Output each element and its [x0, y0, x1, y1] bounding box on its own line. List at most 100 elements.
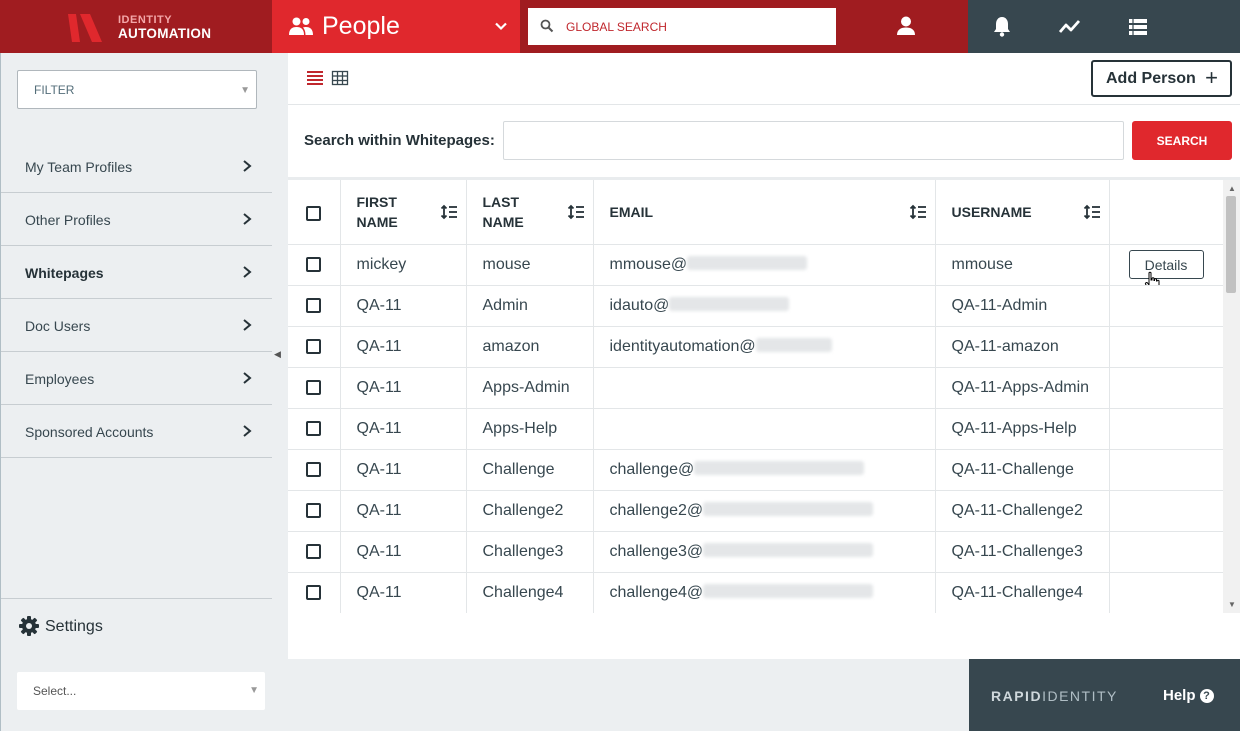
whitepages-search-input[interactable]	[503, 121, 1124, 160]
column-label: FIRST NAME	[356, 193, 398, 230]
cell-email: idauto@	[593, 285, 936, 327]
table-row[interactable]: QA-11 amazon identityautomation@ QA-11-amaz…	[288, 326, 1223, 368]
row-select-cell	[288, 285, 341, 327]
cell-last-name: Challenge	[466, 449, 594, 491]
column-actions	[1109, 180, 1223, 245]
search-icon	[540, 19, 554, 33]
filter-label: FILTER	[34, 83, 75, 97]
sidebar-item-my-team-profiles[interactable]: My Team Profiles	[1, 140, 273, 193]
sort-icon[interactable]	[1083, 204, 1101, 220]
add-person-label: Add Person	[1106, 69, 1196, 87]
email-text: mmouse@	[609, 255, 688, 273]
list-icon[interactable]	[1125, 14, 1151, 40]
sidebar-item-employees[interactable]: Employees	[1, 352, 273, 405]
help-icon: ?	[1199, 689, 1214, 703]
sidebar-item-doc-users[interactable]: Doc Users	[1, 299, 273, 352]
sort-icon[interactable]	[440, 204, 458, 220]
sidebar-item-sponsored-accounts[interactable]: Sponsored Accounts	[1, 405, 273, 458]
table-header-row: FIRST NAME LAST NAME EMAIL USERNAME	[288, 180, 1223, 245]
row-checkbox[interactable]	[306, 338, 321, 354]
sidebar: FILTER ▼ My Team Profiles Other Profiles…	[0, 53, 273, 659]
table-row[interactable]: QA-11 Challenge2 challenge2@ QA-11-Challeng…	[288, 490, 1223, 532]
table-row[interactable]: mickey mouse mmouse@ mmouse Details	[288, 244, 1223, 286]
chevron-right-icon	[243, 160, 252, 172]
row-checkbox[interactable]	[306, 256, 321, 272]
user-icon[interactable]	[890, 14, 922, 40]
table-body: mickey mouse mmouse@ mmouse Details QA-11 Admi…	[288, 244, 1223, 613]
table-row[interactable]: QA-11 Admin idauto@ QA-11-Admin	[288, 285, 1223, 327]
plus-icon: +	[1205, 65, 1218, 90]
column-label: USERNAME	[951, 203, 1032, 220]
module-selector[interactable]: People	[272, 0, 520, 53]
help-link[interactable]: Help?	[1163, 687, 1214, 704]
sidebar-item-other-profiles[interactable]: Other Profiles	[1, 193, 273, 246]
sidebar-collapse-toggle[interactable]: ◀	[272, 53, 288, 659]
email-text: challenge3@	[609, 542, 704, 560]
sidebar-item-label: Sponsored Accounts	[25, 424, 154, 440]
cell-username: QA-11-Apps-Help	[935, 408, 1110, 450]
sort-icon[interactable]	[909, 204, 927, 220]
sort-icon[interactable]	[567, 204, 585, 220]
column-first-name[interactable]: FIRST NAME	[340, 180, 467, 245]
row-checkbox[interactable]	[306, 379, 321, 395]
row-checkbox[interactable]	[306, 461, 321, 477]
footer: Select... ▼ RAPIDIDENTITY Help?	[0, 659, 1240, 731]
row-select-cell	[288, 572, 341, 613]
footer-select[interactable]: Select... ▼	[17, 672, 265, 710]
row-checkbox[interactable]	[306, 543, 321, 559]
table-row[interactable]: QA-11 Challenge challenge@ QA-11-Challenge	[288, 449, 1223, 491]
people-icon	[289, 17, 313, 35]
bell-icon[interactable]	[989, 14, 1015, 40]
filter-dropdown[interactable]: FILTER ▼	[17, 70, 257, 109]
dropdown-arrow-icon: ▼	[240, 85, 250, 96]
select-all-checkbox[interactable]	[306, 205, 321, 221]
sidebar-item-whitepages[interactable]: Whitepages	[1, 246, 273, 299]
row-checkbox[interactable]	[306, 502, 321, 518]
details-button[interactable]: Details	[1128, 250, 1204, 279]
column-label: EMAIL	[609, 203, 654, 220]
cell-first-name: QA-11	[340, 490, 467, 532]
table-row[interactable]: QA-11 Challenge4 challenge4@ QA-11-Challeng…	[288, 572, 1223, 613]
top-right-toolbar	[968, 0, 1240, 53]
add-person-button[interactable]: Add Person +	[1091, 60, 1232, 97]
table-row[interactable]: QA-11 Challenge3 challenge3@ QA-11-Challeng…	[288, 531, 1223, 573]
logo[interactable]: IDENTITY AUTOMATION	[0, 0, 272, 53]
sidebar-item-label: Doc Users	[25, 318, 91, 334]
scroll-down-icon[interactable]: ▼	[1228, 600, 1236, 609]
global-search-input[interactable]	[566, 8, 830, 45]
search-button[interactable]: SEARCH	[1132, 121, 1232, 160]
activity-icon[interactable]	[1057, 14, 1083, 40]
cell-first-name: QA-11	[340, 449, 467, 491]
chevron-right-icon	[243, 266, 252, 278]
redacted-domain	[703, 501, 874, 516]
settings-link[interactable]: Settings	[1, 598, 273, 659]
table-row[interactable]: QA-11 Apps-Admin QA-11-Apps-Admin	[288, 367, 1223, 409]
scrollbar-thumb[interactable]	[1226, 196, 1236, 293]
cell-email: identityautomation@	[593, 326, 936, 368]
cell-first-name: QA-11	[340, 285, 467, 327]
column-last-name[interactable]: LAST NAME	[466, 180, 594, 245]
grid-view-icon[interactable]	[331, 70, 349, 86]
row-checkbox[interactable]	[306, 297, 321, 313]
cell-actions	[1109, 408, 1223, 450]
row-select-cell	[288, 408, 341, 450]
hand-cursor-icon	[1144, 271, 1159, 284]
table-scrollbar[interactable]: ▲ ▼	[1223, 180, 1240, 613]
email-text: challenge2@	[609, 501, 704, 519]
cell-actions	[1109, 490, 1223, 532]
global-search[interactable]	[528, 8, 836, 45]
row-checkbox[interactable]	[306, 584, 321, 600]
cell-last-name: Admin	[466, 285, 594, 327]
cell-email: mmouse@	[593, 244, 936, 286]
column-email[interactable]: EMAIL	[593, 180, 936, 245]
cell-last-name: Challenge2	[466, 490, 594, 532]
table-row[interactable]: QA-11 Apps-Help QA-11-Apps-Help	[288, 408, 1223, 450]
scroll-up-icon[interactable]: ▲	[1228, 184, 1236, 193]
cell-first-name: QA-11	[340, 572, 467, 613]
cell-actions	[1109, 285, 1223, 327]
brand-light: IDENTITY	[1042, 688, 1118, 704]
list-view-icon[interactable]	[306, 70, 324, 86]
row-checkbox[interactable]	[306, 420, 321, 436]
column-username[interactable]: USERNAME	[935, 180, 1110, 245]
cell-first-name: QA-11	[340, 408, 467, 450]
